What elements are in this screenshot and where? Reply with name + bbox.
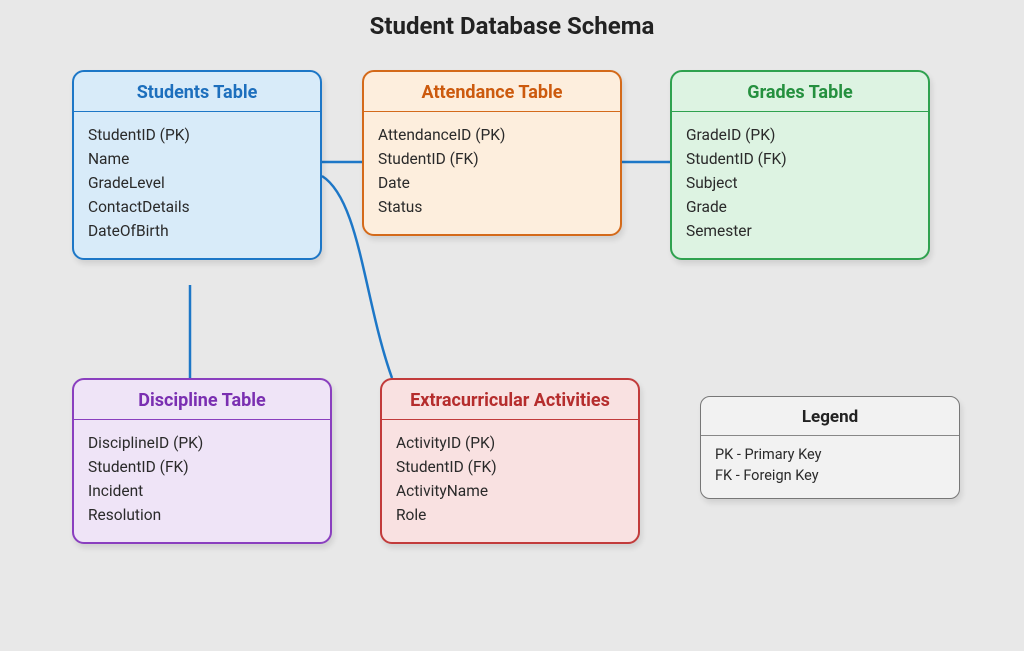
legend-title: Legend (701, 397, 959, 436)
entity-discipline: Discipline Table DisciplineID (PK) Stude… (72, 378, 332, 544)
entity-extracurricular-fields: ActivityID (PK) StudentID (FK) ActivityN… (382, 420, 638, 542)
legend-item: FK - Foreign Key (715, 467, 945, 484)
entity-grades-fields: GradeID (PK) StudentID (FK) Subject Grad… (672, 112, 928, 258)
entity-students: Students Table StudentID (PK) Name Grade… (72, 70, 322, 260)
entity-extracurricular: Extracurricular Activities ActivityID (P… (380, 378, 640, 544)
entity-discipline-title: Discipline Table (74, 380, 330, 420)
field: StudentID (FK) (378, 150, 606, 168)
entity-discipline-fields: DisciplineID (PK) StudentID (FK) Inciden… (74, 420, 330, 542)
field: Grade (686, 198, 914, 216)
field: Subject (686, 174, 914, 192)
field: ContactDetails (88, 198, 306, 216)
field: ActivityName (396, 482, 624, 500)
field: StudentID (FK) (686, 150, 914, 168)
legend-item: PK - Primary Key (715, 446, 945, 463)
field: Date (378, 174, 606, 192)
entity-extracurricular-title: Extracurricular Activities (382, 380, 638, 420)
field: StudentID (FK) (396, 458, 624, 476)
entity-students-title: Students Table (74, 72, 320, 112)
entity-attendance-title: Attendance Table (364, 72, 620, 112)
field: Incident (88, 482, 316, 500)
entity-grades: Grades Table GradeID (PK) StudentID (FK)… (670, 70, 930, 260)
entity-attendance-fields: AttendanceID (PK) StudentID (FK) Date St… (364, 112, 620, 234)
entity-students-fields: StudentID (PK) Name GradeLevel ContactDe… (74, 112, 320, 258)
field: StudentID (PK) (88, 126, 306, 144)
field: Name (88, 150, 306, 168)
legend-items: PK - Primary Key FK - Foreign Key (701, 436, 959, 498)
field: AttendanceID (PK) (378, 126, 606, 144)
field: DisciplineID (PK) (88, 434, 316, 452)
field: ActivityID (PK) (396, 434, 624, 452)
legend-box: Legend PK - Primary Key FK - Foreign Key (700, 396, 960, 499)
field: StudentID (FK) (88, 458, 316, 476)
field: GradeLevel (88, 174, 306, 192)
field: Resolution (88, 506, 316, 524)
entity-attendance: Attendance Table AttendanceID (PK) Stude… (362, 70, 622, 236)
field: DateOfBirth (88, 222, 306, 240)
field: Status (378, 198, 606, 216)
diagram-title: Student Database Schema (0, 12, 1024, 40)
entity-grades-title: Grades Table (672, 72, 928, 112)
diagram-canvas: Student Database Schema Students Table S… (0, 0, 1024, 651)
field: Semester (686, 222, 914, 240)
field: GradeID (PK) (686, 126, 914, 144)
field: Role (396, 506, 624, 524)
